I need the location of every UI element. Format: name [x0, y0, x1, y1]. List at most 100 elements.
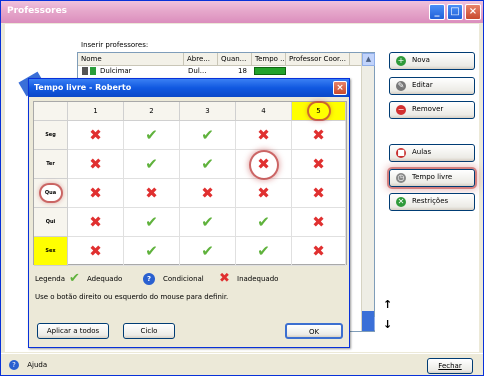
check-icon: ✔: [145, 155, 158, 173]
availability-cell[interactable]: ✔: [124, 150, 180, 179]
tempo-livre-button[interactable]: ◷ Tempo livre: [389, 169, 475, 187]
availability-cell[interactable]: ✔: [124, 121, 180, 150]
column-header-2[interactable]: 2: [124, 102, 180, 121]
cross-icon: ✖: [312, 155, 325, 173]
cross-icon: ✖: [89, 155, 102, 173]
availability-cell[interactable]: ✔: [180, 121, 236, 150]
cross-icon: ✖: [89, 213, 102, 231]
teacher-count: 18: [238, 67, 247, 75]
restricoes-button[interactable]: ✕ Restrições: [389, 193, 475, 211]
fechar-label: Fechar: [438, 362, 462, 370]
free-time-bar: [254, 67, 286, 75]
teacher-status-icon: [82, 67, 88, 75]
check-icon: ✔: [257, 213, 270, 231]
legend: Legenda ✔ Adequado ? Condicional ✖ Inade…: [35, 271, 335, 289]
move-down-icon[interactable]: ↓: [383, 318, 392, 331]
availability-cell[interactable]: ✖: [292, 150, 346, 179]
row-header-qui[interactable]: Qui: [34, 208, 68, 237]
minimize-button[interactable]: _: [429, 4, 445, 20]
availability-cell[interactable]: ✖: [68, 179, 124, 208]
check-icon: ✔: [201, 242, 214, 260]
availability-cell[interactable]: ✔: [236, 237, 292, 266]
move-up-icon[interactable]: ↑: [383, 298, 392, 311]
availability-cell[interactable]: ✔: [236, 208, 292, 237]
tempo-livre-dialog: Tempo livre - Roberto × 1 2 3 4 5 Seg ✖ ✔ ✔…: [28, 78, 350, 348]
row-header-seg[interactable]: Seg: [34, 121, 68, 150]
availability-cell[interactable]: ✖: [68, 150, 124, 179]
ajuda-button[interactable]: ? Ajuda: [9, 358, 59, 374]
legend-condicional: Condicional: [163, 275, 204, 283]
availability-cell[interactable]: ✖: [124, 179, 180, 208]
availability-cell[interactable]: ✖: [68, 121, 124, 150]
col-header-abrev[interactable]: Abre...: [184, 53, 218, 66]
remover-button[interactable]: − Remover: [389, 101, 475, 119]
availability-cell[interactable]: ✖: [292, 121, 346, 150]
window-title: Professores: [7, 6, 68, 16]
column-header-1[interactable]: 1: [68, 102, 124, 121]
col-header-nome[interactable]: Nome: [78, 53, 184, 66]
cross-icon: ✖: [312, 126, 325, 144]
legend-label: Legenda: [35, 275, 66, 283]
dialog-close-button[interactable]: ×: [333, 81, 347, 95]
fechar-button[interactable]: Fechar: [427, 358, 473, 374]
row-header-ter[interactable]: Ter: [34, 150, 68, 179]
nova-button[interactable]: + Nova: [389, 52, 475, 70]
row-header-label: Sex: [45, 248, 56, 254]
cross-icon: ✖: [257, 126, 270, 144]
availability-cell[interactable]: ✖: [236, 121, 292, 150]
teachers-grid-header: Nome Abre... Quan... Tempo ... Professor…: [78, 53, 374, 66]
plus-icon: +: [396, 56, 406, 66]
availability-cell[interactable]: ✔: [180, 208, 236, 237]
check-icon: ✔: [201, 126, 214, 144]
cross-icon: ✖: [312, 242, 325, 260]
maximize-button[interactable]: □: [447, 4, 463, 20]
restrictions-icon: ✕: [396, 197, 406, 207]
ok-button[interactable]: OK: [285, 323, 343, 339]
col-header-coordenador[interactable]: Professor Coor...: [286, 53, 350, 66]
check-icon: ✔: [145, 213, 158, 231]
ajuda-label: Ajuda: [27, 361, 48, 369]
legend-inadequado: Inadequado: [237, 275, 279, 283]
col-header-quantidade[interactable]: Quan...: [218, 53, 252, 66]
cross-icon: ✖: [89, 184, 102, 202]
availability-cell[interactable]: ✖: [292, 237, 346, 266]
scroll-up-icon[interactable]: ▲: [362, 53, 375, 66]
remover-label: Remover: [412, 105, 444, 113]
teachers-grid-scrollbar[interactable]: ▲ ▼: [361, 53, 375, 331]
availability-cell[interactable]: ✔: [180, 150, 236, 179]
availability-cell[interactable]: ✖: [236, 179, 292, 208]
col-header-tempo[interactable]: Tempo ...: [252, 53, 286, 66]
availability-cell[interactable]: ✔: [124, 208, 180, 237]
check-icon: ✔: [257, 242, 270, 260]
cross-icon: ✖: [89, 126, 102, 144]
legend-adequado: Adequado: [87, 275, 123, 283]
availability-cell[interactable]: ✖: [68, 237, 124, 266]
editar-button[interactable]: ✎ Editar: [389, 77, 475, 95]
row-header-sex[interactable]: Sex: [34, 237, 68, 266]
availability-cell[interactable]: ✔: [180, 237, 236, 266]
teacher-abbr: Dul...: [188, 67, 207, 75]
aulas-button[interactable]: ■ Aulas: [389, 144, 475, 162]
check-icon: ✔: [69, 271, 80, 286]
aulas-label: Aulas: [412, 148, 432, 156]
column-header-4[interactable]: 4: [236, 102, 292, 121]
teacher-name: Dulcimar: [100, 67, 132, 75]
availability-cell[interactable]: ✖: [292, 179, 346, 208]
availability-cell[interactable]: ✖: [180, 179, 236, 208]
check-icon: ✔: [201, 155, 214, 173]
row-header-label: Qui: [45, 219, 56, 225]
availability-cell[interactable]: ✔: [124, 237, 180, 266]
table-row[interactable]: Dulcimar Dul... 18: [78, 66, 358, 77]
availability-cell[interactable]: ✖: [292, 208, 346, 237]
availability-cell[interactable]: ✖: [236, 150, 292, 179]
editar-label: Editar: [412, 81, 433, 89]
row-header-qua[interactable]: Qua: [34, 179, 68, 208]
ciclo-button[interactable]: Ciclo: [123, 323, 175, 339]
column-header-3[interactable]: 3: [180, 102, 236, 121]
apply-all-button[interactable]: Aplicar a todos: [37, 323, 109, 339]
column-header-5[interactable]: 5: [292, 102, 346, 121]
cross-icon: ✖: [201, 184, 214, 202]
close-window-button[interactable]: ×: [465, 4, 481, 20]
availability-cell[interactable]: ✖: [68, 208, 124, 237]
check-icon: ✔: [145, 126, 158, 144]
